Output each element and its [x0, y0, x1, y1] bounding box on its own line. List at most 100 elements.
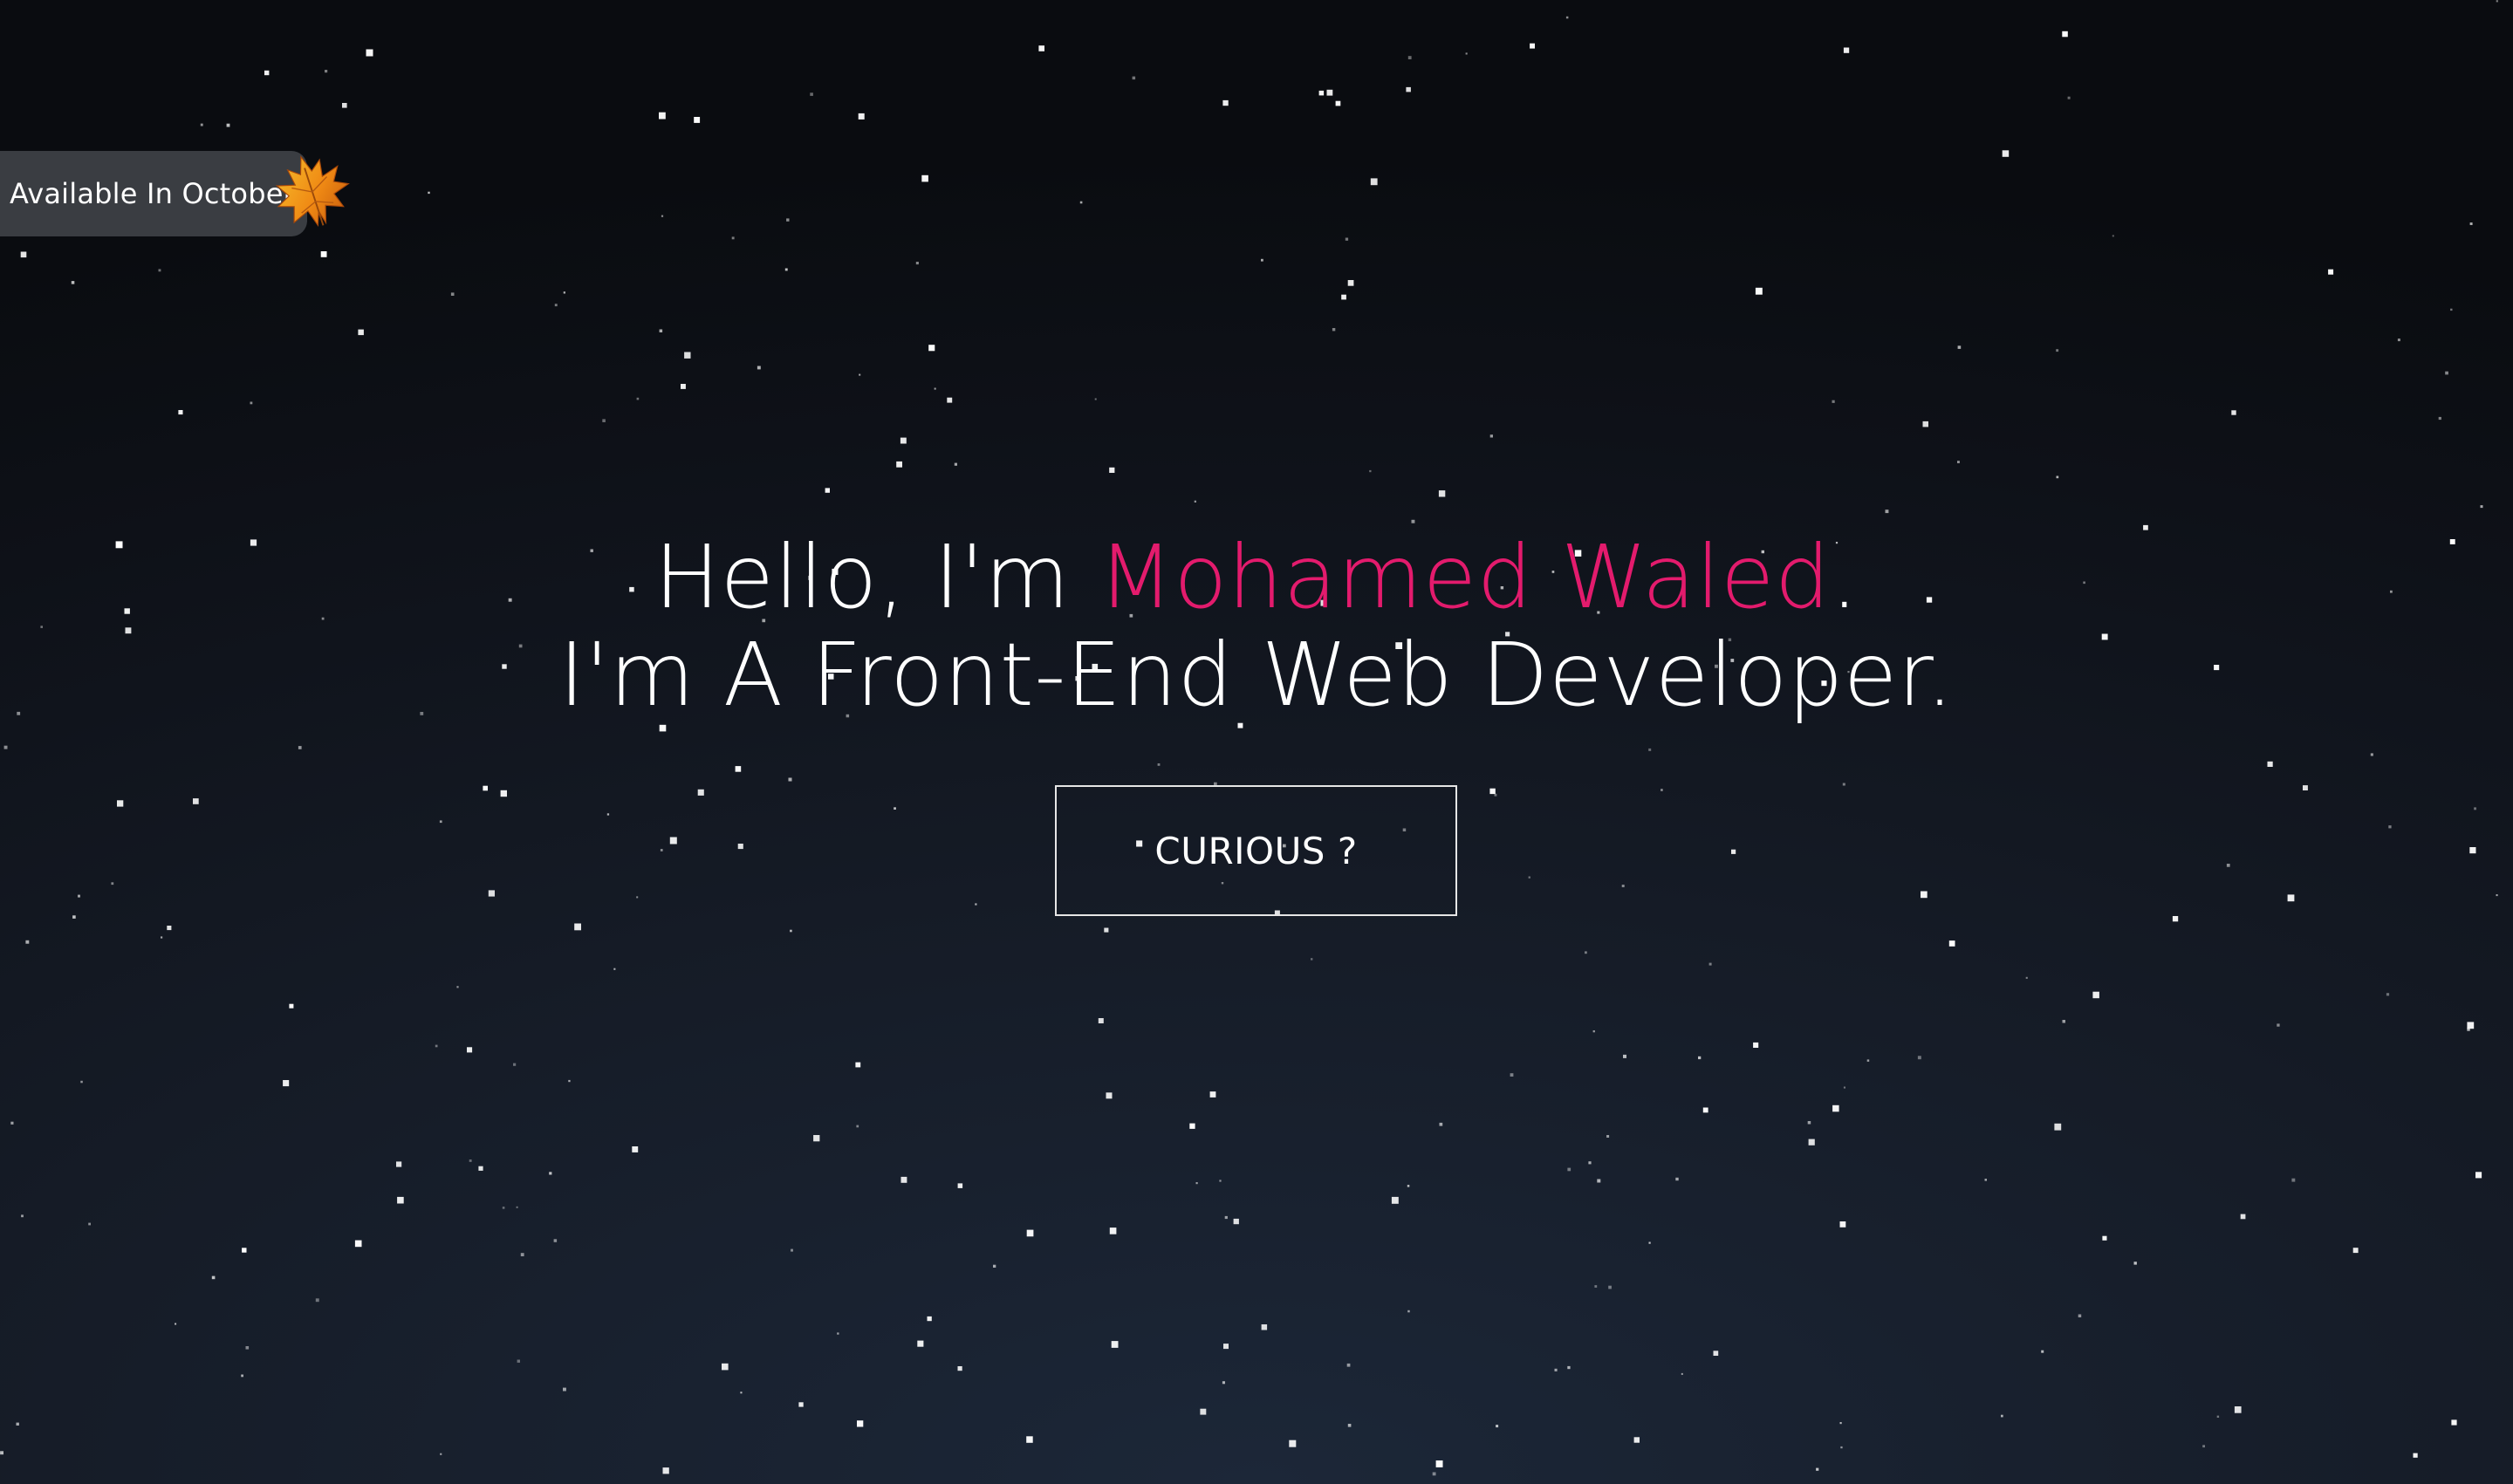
star — [1554, 1368, 1558, 1371]
star — [722, 1363, 729, 1371]
star — [636, 397, 640, 400]
star — [502, 1207, 505, 1209]
star — [2062, 1020, 2065, 1023]
star — [1391, 1196, 1399, 1204]
star — [606, 813, 610, 816]
star — [568, 1079, 571, 1083]
star — [858, 113, 865, 120]
star — [1842, 783, 1845, 786]
star — [1106, 1092, 1113, 1099]
star — [1224, 1215, 1228, 1220]
star — [1489, 434, 1493, 438]
star — [2062, 31, 2068, 38]
star — [2240, 1214, 2246, 1220]
star — [1370, 178, 1378, 186]
star — [241, 1374, 243, 1378]
star — [289, 1003, 294, 1009]
star — [1223, 1344, 1229, 1350]
star — [242, 1248, 247, 1253]
star — [211, 1275, 216, 1280]
star — [574, 923, 581, 931]
star — [2054, 1123, 2062, 1131]
star — [161, 936, 163, 939]
star — [1222, 99, 1229, 106]
star — [757, 366, 761, 370]
star — [602, 419, 606, 422]
star — [859, 373, 861, 376]
star — [488, 890, 495, 897]
star — [1713, 1351, 1719, 1356]
star — [264, 70, 270, 76]
star — [513, 1063, 517, 1066]
star — [1195, 1182, 1198, 1185]
star — [636, 896, 639, 899]
star — [88, 1222, 91, 1226]
star — [1698, 1056, 1702, 1060]
star — [2451, 1419, 2457, 1426]
star — [2056, 475, 2059, 479]
star — [2172, 916, 2179, 922]
star — [2386, 993, 2390, 996]
star — [320, 251, 327, 257]
star — [1623, 1054, 1626, 1058]
star — [1439, 1122, 1443, 1126]
star — [2234, 1406, 2242, 1413]
star — [250, 401, 253, 405]
star — [483, 785, 488, 791]
star — [662, 1467, 669, 1474]
star — [117, 800, 124, 807]
star — [1289, 1440, 1297, 1447]
star — [1104, 927, 1109, 933]
star — [500, 790, 507, 797]
star — [2474, 807, 2476, 810]
star — [245, 1346, 250, 1350]
star — [1209, 1091, 1216, 1098]
star — [1839, 1422, 1842, 1425]
star — [1585, 951, 1587, 954]
star — [1648, 748, 1652, 751]
star — [439, 820, 442, 824]
star — [111, 882, 114, 886]
star — [21, 1214, 24, 1218]
star — [1840, 1446, 1843, 1449]
star — [2025, 976, 2028, 979]
star — [947, 397, 953, 403]
star — [2496, 0, 2498, 3]
star — [954, 462, 957, 466]
star — [450, 292, 455, 296]
star — [516, 1206, 518, 1208]
star — [1465, 52, 1468, 55]
star — [2102, 1235, 2107, 1241]
star — [2291, 1178, 2296, 1182]
star — [1648, 1241, 1651, 1244]
availability-badge-label: Available In October — [10, 177, 295, 210]
star — [2475, 1172, 2482, 1179]
star — [467, 1047, 473, 1053]
star — [2438, 416, 2441, 421]
star — [178, 410, 183, 415]
star — [1132, 76, 1136, 80]
star — [1984, 1179, 1987, 1181]
star — [1261, 258, 1263, 262]
star — [1885, 509, 1889, 514]
curious-button[interactable]: CURIOUS ? — [1055, 785, 1457, 916]
star — [298, 746, 302, 749]
star — [694, 117, 701, 123]
star — [1588, 1161, 1592, 1165]
star — [660, 849, 663, 851]
star — [1816, 1467, 1819, 1471]
star — [2277, 1023, 2280, 1027]
star — [517, 1359, 520, 1363]
star — [325, 70, 328, 73]
star — [2303, 785, 2308, 790]
star — [2202, 1445, 2205, 1448]
star — [283, 1080, 290, 1087]
star — [1675, 1177, 1679, 1181]
star — [1079, 201, 1083, 204]
hero-greeting: Hello, I'm — [654, 526, 1099, 628]
star — [520, 1253, 524, 1256]
star — [428, 191, 430, 195]
star — [2445, 371, 2448, 375]
star — [1957, 461, 1960, 463]
star — [1843, 1086, 1845, 1089]
